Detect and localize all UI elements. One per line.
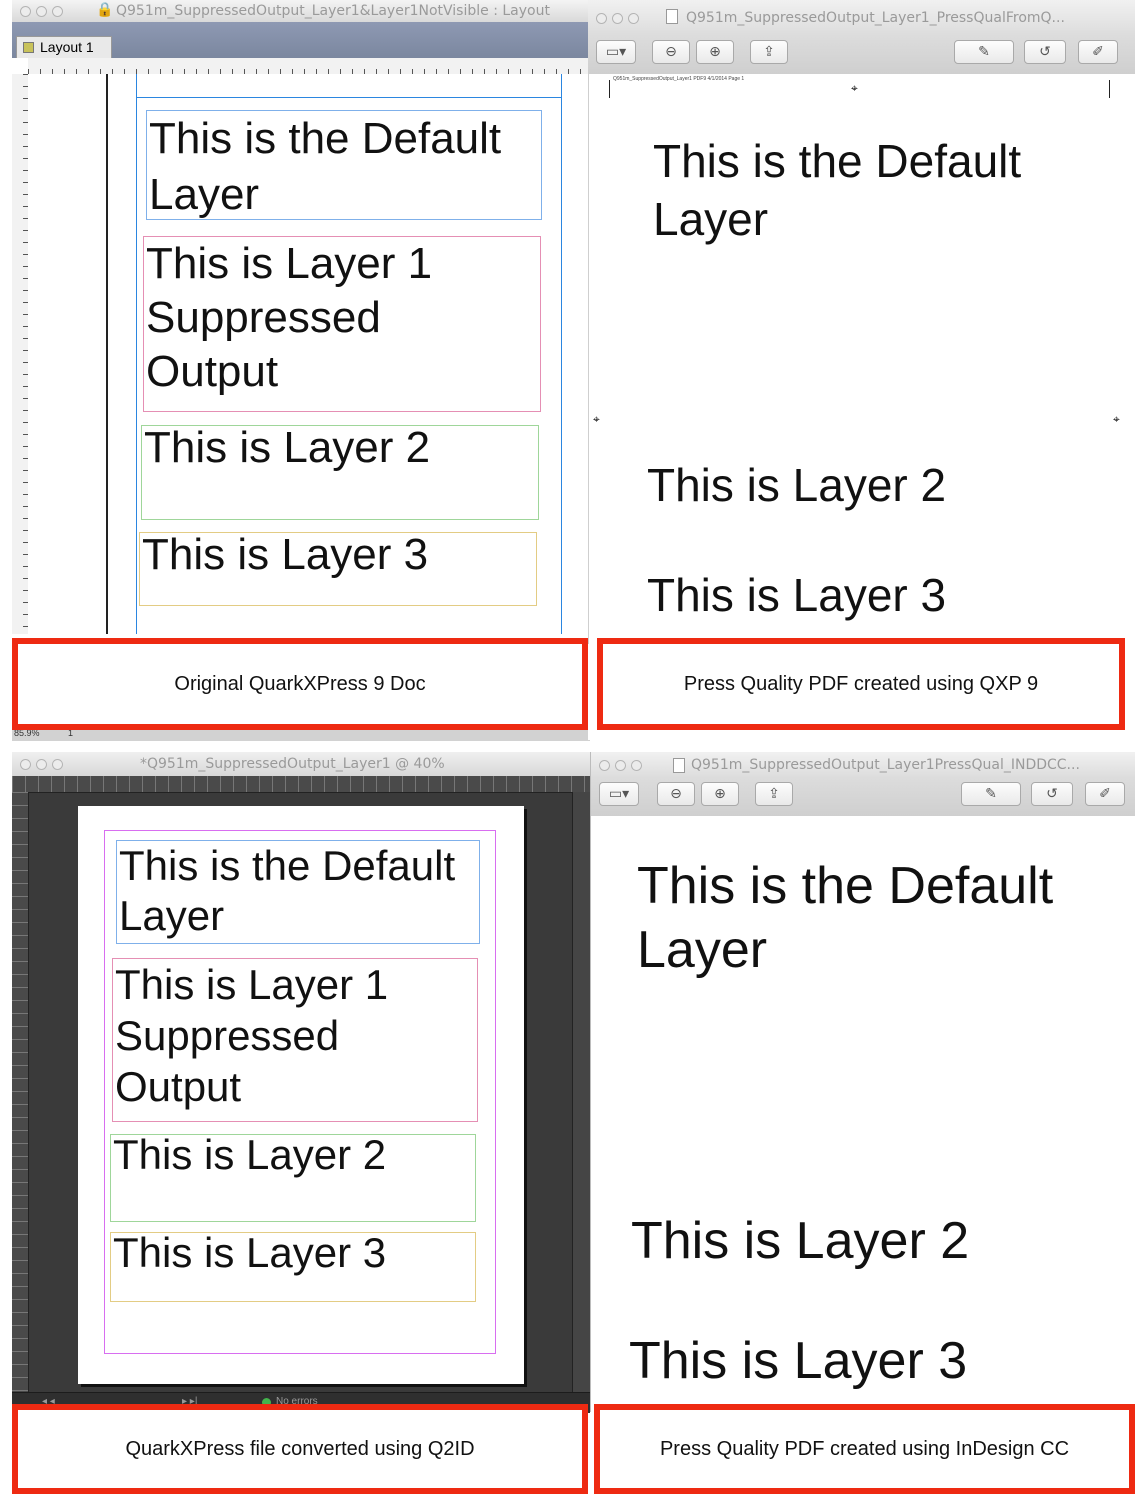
layout-tab[interactable]: Layout 1: [16, 36, 112, 58]
preview-window-title: Q951m_SuppressedOutput_Layer1_PressQualF…: [686, 10, 1065, 26]
indesign-window: *Q951m_SuppressedOutput_Layer1 @ 40% Thi…: [12, 752, 591, 1413]
frame-text: Layer: [119, 892, 225, 939]
caption-pdf-indesign: Press Quality PDF created using InDesign…: [594, 1404, 1135, 1494]
lock-icon: 🔒: [96, 2, 114, 18]
edit-toolbar-button[interactable]: ✐: [1078, 40, 1118, 64]
preview-title-bar: Q951m_SuppressedOutput_Layer1_PressQualF…: [588, 0, 1135, 36]
annotate-button[interactable]: ✎: [961, 782, 1021, 806]
share-button[interactable]: ⇪: [755, 782, 793, 806]
pdf-text-line: Layer: [637, 921, 768, 979]
id-text-frame-layer2[interactable]: This is Layer 2: [110, 1134, 476, 1222]
window-controls[interactable]: [596, 12, 644, 28]
pdf-text-layer2: This is Layer 2: [647, 459, 947, 511]
indesign-ruler-h: [12, 776, 590, 793]
vertical-ruler: [12, 74, 29, 634]
annotate-button[interactable]: ✎: [954, 40, 1014, 64]
frame-text: This is Layer 3: [142, 530, 429, 579]
frame-text: Suppressed: [146, 293, 381, 342]
page-edge: [106, 74, 108, 634]
quark-window: 🔒 Q951m_SuppressedOutput_Layer1&Layer1No…: [12, 0, 591, 741]
rotate-button[interactable]: ↺: [1031, 782, 1073, 806]
preview-window-title: Q951m_SuppressedOutput_Layer1PressQual_I…: [691, 757, 1080, 773]
quark-layout-tabbar: Layout 1: [12, 22, 590, 58]
preview-title-bar: Q951m_SuppressedOutput_Layer1PressQual_I…: [591, 752, 1135, 778]
zoom-in-button[interactable]: ⊕: [701, 782, 739, 806]
margin-guide-left: [136, 74, 137, 634]
registration-mark: ⌖: [593, 412, 600, 426]
sidebar-toggle-button[interactable]: ▭▾: [599, 782, 639, 806]
frame-text: This is Layer 1: [115, 961, 389, 1008]
window-controls[interactable]: [599, 759, 647, 775]
text-frame-layer1[interactable]: This is Layer 1 Suppressed Output: [143, 236, 541, 412]
margin-guide-right: [561, 74, 562, 634]
pdf-text-default-layer: This is the Default Layer: [653, 132, 1021, 248]
zoom-out-button[interactable]: ⊖: [657, 782, 695, 806]
quark-title-bar: 🔒 Q951m_SuppressedOutput_Layer1&Layer1No…: [12, 0, 590, 23]
caption-original-quark: Original QuarkXPress 9 Doc: [12, 638, 588, 730]
pdf-text-line: This is the Default: [653, 135, 1022, 187]
pdf-text-default-layer: This is the Default Layer: [637, 854, 1053, 982]
text-frame-layer2[interactable]: This is Layer 2: [141, 425, 539, 520]
window-controls[interactable]: [20, 5, 68, 21]
share-button[interactable]: ⇪: [750, 40, 788, 64]
pdf-page: This is the Default Layer This is Layer …: [591, 816, 1135, 1412]
frame-text: This is Layer 1: [146, 239, 433, 288]
frame-text: Layer: [149, 170, 260, 219]
zoom-out-button[interactable]: ⊖: [652, 40, 690, 64]
preview-toolbar: ▭▾ ⊖ ⊕ ⇪ ✎ ↺ ✐: [591, 778, 1135, 817]
text-frame-default-layer[interactable]: This is the Default Layer: [146, 110, 542, 220]
pdf-file-icon: [666, 9, 678, 24]
indesign-title-bar: *Q951m_SuppressedOutput_Layer1 @ 40%: [12, 752, 590, 777]
crop-mark: [609, 80, 610, 98]
quark-window-title: Q951m_SuppressedOutput_Layer1&Layer1NotV…: [116, 3, 550, 19]
layout-tab-icon: [23, 42, 34, 53]
frame-text: Suppressed: [115, 1012, 340, 1059]
frame-text: This is Layer 2: [144, 423, 431, 472]
pdf-text-layer2: This is Layer 2: [631, 1212, 970, 1270]
pdf-text-layer3: This is Layer 3: [629, 1332, 968, 1390]
page-slug: Q951m_SuppressedOutput_Layer1 PDF9 4/1/2…: [613, 76, 745, 82]
layout-tab-label: Layout 1: [40, 39, 94, 55]
frame-text: Output: [115, 1063, 242, 1110]
pdf-text-line: This is the Default: [637, 857, 1054, 915]
id-text-frame-default-layer[interactable]: This is the Default Layer: [116, 840, 480, 944]
crop-mark: [1109, 80, 1110, 98]
frame-text: This is the Default: [149, 114, 502, 163]
quark-pasteboard: This is the Default Layer This is Layer …: [28, 74, 590, 634]
preview-window-qxp: Q951m_SuppressedOutput_Layer1_PressQualF…: [588, 0, 1135, 740]
window-controls[interactable]: [20, 758, 68, 774]
caption-pdf-qxp: Press Quality PDF created using QXP 9: [597, 638, 1125, 730]
edit-toolbar-button[interactable]: ✐: [1085, 782, 1125, 806]
frame-text: Output: [146, 347, 279, 396]
id-text-frame-layer1[interactable]: This is Layer 1 Suppressed Output: [112, 958, 478, 1122]
frame-text: This is Layer 3: [113, 1229, 387, 1276]
sidebar-toggle-button[interactable]: ▭▾: [596, 40, 636, 64]
zoom-in-button[interactable]: ⊕: [696, 40, 734, 64]
preview-window-indd: Q951m_SuppressedOutput_Layer1PressQual_I…: [590, 752, 1135, 1412]
pdf-text-line: Layer: [653, 193, 769, 245]
indesign-ruler-v: [12, 792, 29, 1392]
margin-guide-top: [136, 97, 562, 98]
indesign-page: This is the Default Layer This is Layer …: [78, 806, 524, 1384]
rotate-button[interactable]: ↺: [1024, 40, 1066, 64]
frame-text: This is the Default: [119, 842, 456, 889]
registration-mark: ⌖: [1113, 412, 1120, 426]
text-frame-layer3[interactable]: This is Layer 3: [139, 532, 537, 606]
registration-mark: ⌖: [851, 81, 858, 95]
frame-text: This is Layer 2: [113, 1131, 387, 1178]
horizontal-ruler: [28, 58, 590, 75]
id-text-frame-layer3[interactable]: This is Layer 3: [110, 1232, 476, 1302]
indesign-window-title: *Q951m_SuppressedOutput_Layer1 @ 40%: [140, 756, 445, 772]
caption-q2id-converted: QuarkXPress file converted using Q2ID: [12, 1404, 588, 1494]
preview-toolbar: ▭▾ ⊖ ⊕ ⇪ ✎ ↺ ✐: [588, 36, 1135, 75]
pdf-text-layer3: This is Layer 3: [647, 569, 947, 621]
indesign-scrollbar[interactable]: [572, 792, 591, 1392]
pdf-page: Q951m_SuppressedOutput_Layer1 PDF9 4/1/2…: [588, 74, 1135, 644]
pdf-file-icon: [673, 758, 685, 773]
